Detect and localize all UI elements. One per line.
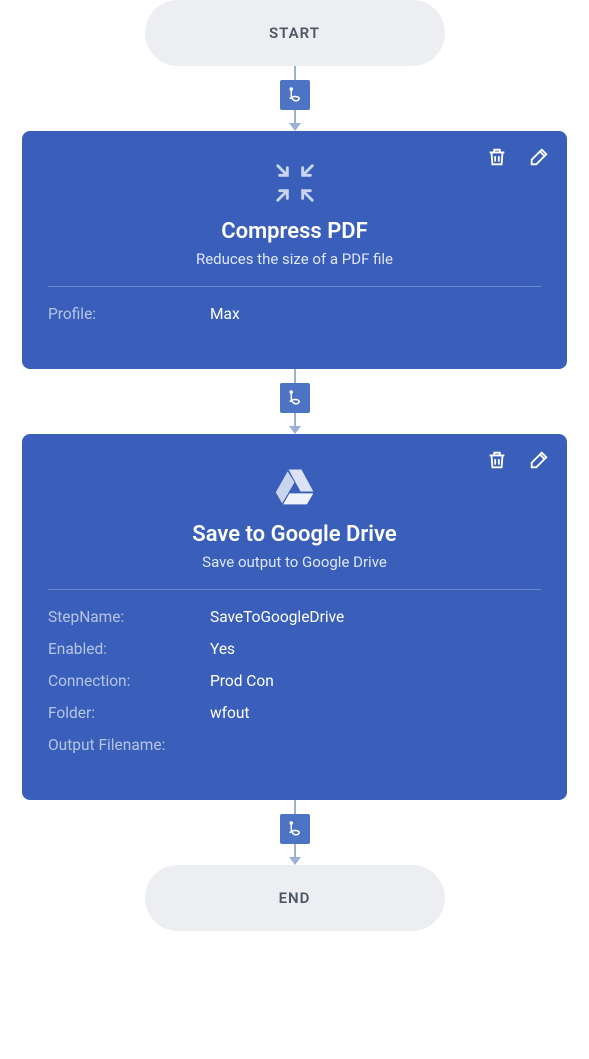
divider <box>48 589 541 590</box>
compress-icon <box>272 160 318 206</box>
end-node: END <box>145 865 445 931</box>
card-actions <box>485 145 551 169</box>
property-label: Enabled: <box>48 640 210 658</box>
step-card-compress-pdf: Compress PDF Reduces the size of a PDF f… <box>22 131 567 369</box>
property-label: StepName: <box>48 608 210 626</box>
connector-badge <box>280 383 310 413</box>
step-icon-wrap <box>48 462 541 510</box>
step-subtitle: Reduces the size of a PDF file <box>48 250 541 268</box>
connector-line <box>294 413 296 427</box>
pdf-icon <box>286 820 304 838</box>
connector-3 <box>280 800 310 865</box>
step-title: Save to Google Drive <box>48 522 541 547</box>
end-label: END <box>279 889 311 907</box>
delete-button[interactable] <box>485 145 509 169</box>
trash-icon <box>486 449 508 471</box>
start-label: START <box>269 24 320 42</box>
property-row: StepName: SaveToGoogleDrive <box>48 608 541 626</box>
property-label: Output Filename: <box>48 736 210 754</box>
connector-arrow <box>289 857 301 865</box>
property-value: wfout <box>210 704 250 722</box>
connector-arrow <box>289 123 301 131</box>
step-title: Compress PDF <box>48 219 541 244</box>
property-value: Max <box>210 305 240 323</box>
connector-badge <box>280 80 310 110</box>
property-value: Yes <box>210 640 235 658</box>
property-value: Prod Con <box>210 672 274 690</box>
connector-line <box>294 369 296 383</box>
step-card-save-google-drive: Save to Google Drive Save output to Goog… <box>22 434 567 800</box>
pdf-icon <box>286 86 304 104</box>
delete-button[interactable] <box>485 448 509 472</box>
step-icon-wrap <box>48 159 541 207</box>
connector-2 <box>280 369 310 434</box>
trash-icon <box>486 146 508 168</box>
start-node: START <box>145 0 445 66</box>
edit-icon <box>528 449 550 471</box>
property-row: Output Filename: <box>48 736 541 754</box>
edit-button[interactable] <box>527 448 551 472</box>
connector-arrow <box>289 426 301 434</box>
connector-1 <box>280 66 310 131</box>
edit-icon <box>528 146 550 168</box>
connector-line <box>294 844 296 858</box>
edit-button[interactable] <box>527 145 551 169</box>
property-label: Folder: <box>48 704 210 722</box>
card-actions <box>485 448 551 472</box>
connector-badge <box>280 814 310 844</box>
google-drive-icon <box>273 464 317 508</box>
step-subtitle: Save output to Google Drive <box>48 553 541 571</box>
connector-line <box>294 66 296 80</box>
property-value: SaveToGoogleDrive <box>210 608 344 626</box>
connector-line <box>294 110 296 124</box>
property-row: Folder: wfout <box>48 704 541 722</box>
workflow-canvas: START <box>0 0 589 951</box>
connector-line <box>294 800 296 814</box>
property-row: Enabled: Yes <box>48 640 541 658</box>
pdf-icon <box>286 389 304 407</box>
property-label: Connection: <box>48 672 210 690</box>
property-label: Profile: <box>48 305 210 323</box>
property-row: Connection: Prod Con <box>48 672 541 690</box>
property-row: Profile: Max <box>48 305 541 323</box>
divider <box>48 286 541 287</box>
